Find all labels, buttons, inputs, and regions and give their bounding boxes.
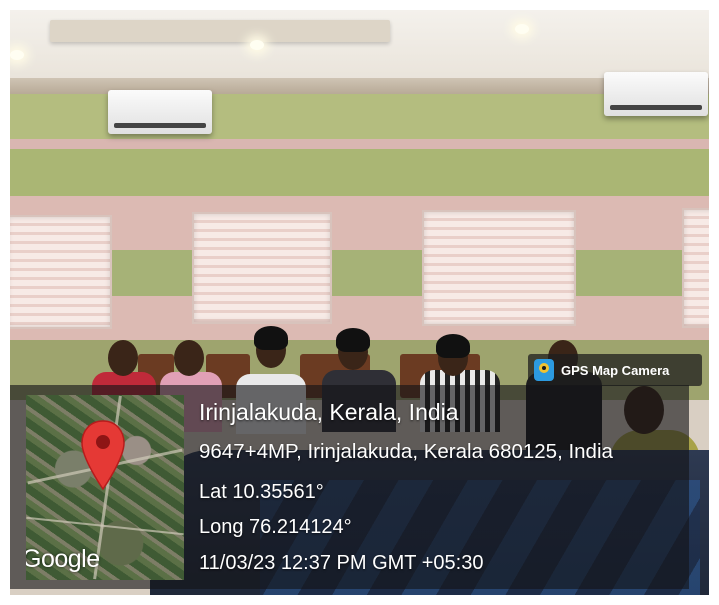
map-thumbnail: Google: [26, 395, 184, 580]
person-hair: [254, 326, 288, 350]
google-logo: Google: [26, 545, 100, 573]
wall-band: [10, 250, 709, 296]
wall-band: [10, 149, 709, 196]
person-head: [108, 340, 138, 376]
ceiling-light: [515, 24, 529, 34]
window-blind: [682, 208, 709, 328]
ceiling-light: [250, 40, 264, 50]
window-blind: [192, 212, 332, 324]
gps-map-camera-icon: [534, 359, 554, 381]
ceiling-panel: [50, 20, 390, 42]
window-blind: [422, 210, 576, 326]
person-hair: [336, 328, 370, 352]
person-hair: [436, 334, 470, 358]
air-conditioner: [108, 90, 212, 134]
longitude: Long 76.214124°: [199, 516, 352, 538]
gps-overlay: GPS Map Camera Google Irinjalakuda, Kera…: [10, 354, 702, 589]
location-pin-icon: [81, 420, 125, 491]
timestamp: 11/03/23 12:37 PM GMT +05:30: [199, 552, 484, 574]
window-blind: [10, 215, 112, 329]
person-head: [174, 340, 204, 376]
air-conditioner: [604, 72, 708, 116]
photo-frame: GPS Map Camera Google Irinjalakuda, Kera…: [0, 0, 719, 605]
gps-badge-label: GPS Map Camera: [561, 362, 670, 378]
place-name: Irinjalakuda, Kerala, India: [199, 399, 459, 425]
gps-map-camera-badge: GPS Map Camera: [528, 354, 702, 386]
latitude: Lat 10.35561°: [199, 481, 324, 503]
location-info-panel: Google Irinjalakuda, Kerala, India 9647+…: [10, 385, 689, 589]
ceiling-light: [10, 50, 24, 60]
wall-band: [10, 139, 709, 149]
address: 9647+4MP, Irinjalakuda, Kerala 680125, I…: [199, 440, 613, 463]
